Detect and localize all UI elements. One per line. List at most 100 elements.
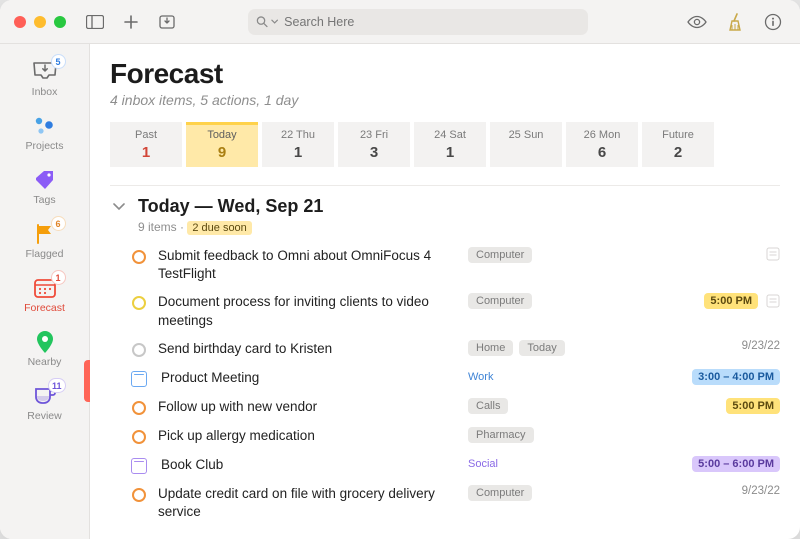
status-circle[interactable] bbox=[130, 248, 148, 266]
status-circle[interactable] bbox=[130, 294, 148, 312]
tag[interactable]: Today bbox=[519, 340, 564, 356]
due-date: 9/23/22 bbox=[742, 485, 780, 497]
inspector-button[interactable] bbox=[760, 9, 786, 35]
sidebar-item-label: Projects bbox=[26, 140, 64, 152]
tag[interactable]: Computer bbox=[468, 247, 532, 263]
date-tab-today[interactable]: Today 9 bbox=[186, 122, 258, 167]
forecast-badge: 1 bbox=[51, 270, 66, 285]
date-count: 1 bbox=[262, 144, 334, 161]
sidebar-item-label: Nearby bbox=[28, 356, 62, 368]
search-icon bbox=[256, 15, 268, 28]
projects-icon bbox=[32, 115, 58, 137]
flagged-badge: 6 bbox=[51, 216, 66, 231]
date-label: Today bbox=[186, 129, 258, 141]
divider bbox=[110, 185, 780, 186]
inbox-badge: 5 bbox=[51, 54, 66, 69]
date-label: 22 Thu bbox=[262, 129, 334, 141]
sidebar-item-inbox[interactable]: 5 Inbox bbox=[0, 50, 89, 104]
status-circle[interactable] bbox=[130, 428, 148, 446]
close-window-button[interactable] bbox=[14, 16, 26, 28]
search-field[interactable] bbox=[248, 9, 588, 35]
status-circle[interactable] bbox=[130, 341, 148, 359]
date-tab-future[interactable]: Future 2 bbox=[642, 122, 714, 167]
task-row[interactable]: Pick up allergy medication Pharmacy bbox=[130, 422, 780, 451]
tag[interactable]: Pharmacy bbox=[468, 427, 534, 443]
date-tab[interactable]: 23 Fri 3 bbox=[338, 122, 410, 167]
window-controls bbox=[14, 16, 66, 28]
date-tab[interactable]: 25 Sun bbox=[490, 122, 562, 167]
status-circle[interactable] bbox=[130, 486, 148, 504]
cleanup-button[interactable] bbox=[722, 9, 748, 35]
date-label: 25 Sun bbox=[490, 129, 562, 141]
sidebar: 5 Inbox Projects Tags 6 bbox=[0, 44, 90, 539]
calendar-event-icon bbox=[130, 457, 148, 475]
quick-entry-button[interactable] bbox=[154, 9, 180, 35]
status-circle[interactable] bbox=[130, 399, 148, 417]
tag[interactable]: Computer bbox=[468, 485, 532, 501]
sidebar-item-review[interactable]: 11 Review bbox=[0, 374, 89, 428]
sidebar-icon bbox=[86, 15, 104, 29]
event-time-pill: 5:00 – 6:00 PM bbox=[692, 456, 780, 472]
page-subtitle: 4 inbox items, 5 actions, 1 day bbox=[110, 92, 780, 108]
sidebar-toggle-button[interactable] bbox=[82, 9, 108, 35]
task-row[interactable]: Document process for inviting clients to… bbox=[130, 288, 780, 334]
date-count: 1 bbox=[414, 144, 486, 161]
date-tab[interactable]: 26 Mon 6 bbox=[566, 122, 638, 167]
tag[interactable]: Calls bbox=[468, 398, 508, 414]
date-count: 3 bbox=[338, 144, 410, 161]
task-row[interactable]: Follow up with new vendor Calls 5:00 PM bbox=[130, 393, 780, 422]
main-content: Forecast 4 inbox items, 5 actions, 1 day… bbox=[90, 44, 800, 539]
date-count: 9 bbox=[186, 144, 258, 161]
minimize-window-button[interactable] bbox=[34, 16, 46, 28]
date-tab[interactable]: 22 Thu 1 bbox=[262, 122, 334, 167]
section-toggle[interactable] bbox=[110, 198, 128, 216]
date-count: 2 bbox=[642, 144, 714, 161]
review-badge: 11 bbox=[48, 378, 66, 393]
sidebar-item-label: Inbox bbox=[32, 86, 58, 98]
task-title: Pick up allergy medication bbox=[158, 427, 458, 445]
eye-icon bbox=[687, 15, 707, 29]
due-time-pill: 5:00 PM bbox=[704, 293, 758, 309]
task-title: Send birthday card to Kristen bbox=[158, 340, 458, 358]
broom-icon bbox=[727, 13, 743, 31]
sidebar-item-forecast[interactable]: 1 Forecast bbox=[0, 266, 89, 320]
inbox-down-icon bbox=[159, 15, 175, 29]
zoom-window-button[interactable] bbox=[54, 16, 66, 28]
event-row[interactable]: Product Meeting Work 3:00 – 4:00 PM bbox=[130, 364, 780, 393]
tag[interactable]: Computer bbox=[468, 293, 532, 309]
search-input[interactable] bbox=[284, 15, 580, 29]
sidebar-item-tags[interactable]: Tags bbox=[0, 158, 89, 212]
note-icon bbox=[766, 294, 780, 308]
date-tab-past[interactable]: Past 1 bbox=[110, 122, 182, 167]
tag-icon bbox=[33, 169, 57, 191]
task-row[interactable]: Update credit card on file with grocery … bbox=[130, 480, 780, 526]
date-count: 6 bbox=[566, 144, 638, 161]
event-row[interactable]: Book Club Social 5:00 – 6:00 PM bbox=[130, 451, 780, 480]
date-label: 26 Mon bbox=[566, 129, 638, 141]
due-time-pill: 5:00 PM bbox=[726, 398, 780, 414]
date-tab[interactable]: 24 Sat 1 bbox=[414, 122, 486, 167]
sidebar-item-nearby[interactable]: Nearby bbox=[0, 320, 89, 374]
sidebar-item-flagged[interactable]: 6 Flagged bbox=[0, 212, 89, 266]
sidebar-item-projects[interactable]: Projects bbox=[0, 104, 89, 158]
view-options-button[interactable] bbox=[684, 9, 710, 35]
calendar-name: Work bbox=[468, 369, 501, 385]
task-row[interactable]: Submit feedback to Omni about OmniFocus … bbox=[130, 242, 780, 288]
item-list: Submit feedback to Omni about OmniFocus … bbox=[130, 242, 780, 526]
sidebar-item-label: Flagged bbox=[26, 248, 64, 260]
date-label: Past bbox=[110, 129, 182, 141]
today-section: Today — Wed, Sep 21 9 items · 2 due soon… bbox=[110, 196, 780, 526]
section-count: 9 items bbox=[138, 220, 177, 234]
tag[interactable]: Home bbox=[468, 340, 513, 356]
new-item-button[interactable] bbox=[118, 9, 144, 35]
page-title: Forecast bbox=[110, 58, 780, 90]
chevron-down-icon bbox=[271, 19, 278, 25]
location-pin-icon bbox=[36, 330, 54, 354]
forecast-date-row: Past 1 Today 9 22 Thu 1 23 Fri 3 24 Sat bbox=[110, 122, 780, 167]
event-title: Product Meeting bbox=[158, 369, 458, 387]
due-soon-pill: 2 due soon bbox=[187, 221, 251, 235]
task-row[interactable]: Send birthday card to Kristen Home Today… bbox=[130, 335, 780, 364]
date-label: 24 Sat bbox=[414, 129, 486, 141]
task-title: Submit feedback to Omni about OmniFocus … bbox=[158, 247, 458, 283]
calendar-name: Social bbox=[468, 456, 506, 472]
